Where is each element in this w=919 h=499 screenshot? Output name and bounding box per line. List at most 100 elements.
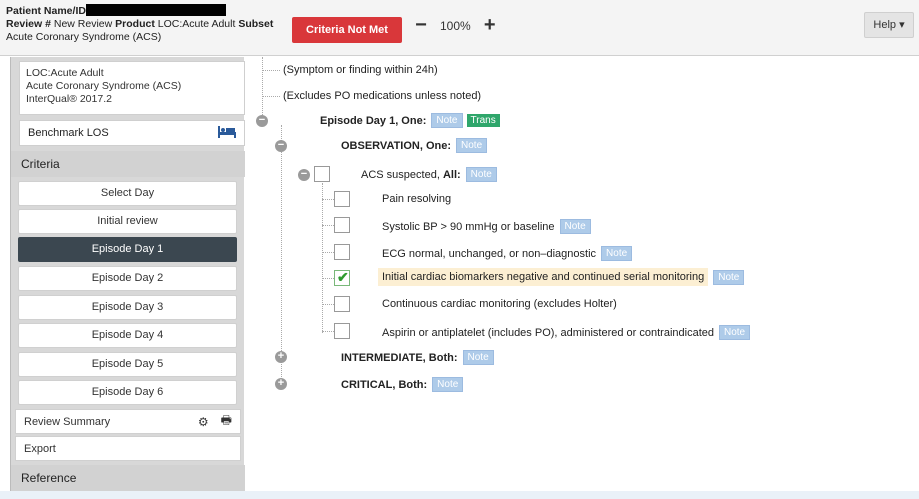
legend-text: (Symptom or finding within 24h) [283,64,438,76]
intermediate-title: INTERMEDIATE, Both: [341,351,458,364]
gear-icon[interactable]: ⚙ [198,415,209,429]
tree-guide [262,57,263,117]
item-text: Initial cardiac biomarkers negative and … [378,268,709,286]
sidebar: LOC:Acute Adult Acute Coronary Syndrome … [10,57,245,499]
item-text: Pain resolving [382,193,452,205]
day-episode-2[interactable]: Episode Day 2 [18,266,237,291]
episode-title: Episode Day 1, One: [320,114,427,127]
trans-button[interactable]: Trans [466,114,500,127]
patient-info: Patient Name/ID Review # New Review Prod… [6,4,276,44]
review-summary-item[interactable]: Review Summary ⚙ 🖶 [15,409,241,434]
item-checkbox[interactable] [334,244,350,260]
tree-guide [322,252,334,253]
zoom-out-button[interactable]: − [410,15,432,37]
acs-prefix: ACS suspected, [361,168,440,181]
item-checkbox[interactable] [334,191,350,207]
observation-node[interactable]: OBSERVATION, One: Note [341,138,488,153]
subset-info-box: LOC:Acute Adult Acute Coronary Syndrome … [19,61,245,115]
intermediate-node[interactable]: INTERMEDIATE, Both: Note [341,350,494,365]
expand-critical-icon[interactable]: + [275,378,287,390]
note-button[interactable]: Note [719,325,751,340]
product-label: Product [115,18,155,30]
top-header: Patient Name/ID Review # New Review Prod… [0,0,919,56]
zoom-in-button[interactable]: + [479,15,501,37]
legend-po: (Excludes PO medications unless noted) [283,90,481,102]
note-button[interactable]: Note [456,138,488,153]
acs-bold: All: [442,168,461,181]
item-checkbox-checked[interactable]: ✔ [334,269,350,286]
criteria-header: Criteria [11,151,245,177]
item-text: Aspirin or antiplatelet (includes PO), a… [382,326,714,339]
collapse-acs-icon[interactable]: − [298,169,310,181]
acs-node: ACS suspected, All: Note [361,167,497,182]
tree-guide [322,278,334,279]
patient-label: Patient Name/ID [6,5,86,17]
review-summary-label: Review Summary [24,415,111,428]
export-label: Export [24,442,56,455]
note-button[interactable]: Note [432,377,464,392]
note-button[interactable]: Note [713,269,745,285]
bed-icon [218,125,236,141]
version-line: InterQual® 2017.2 [26,93,112,105]
loc-line: LOC:Acute Adult [26,67,104,79]
tree-guide [322,199,334,200]
benchmark-label: Benchmark LOS [28,127,109,139]
item-checkbox[interactable] [334,296,350,312]
note-button[interactable]: Note [462,350,494,365]
item-checkbox[interactable] [334,323,350,339]
check-icon: ✔ [337,269,349,285]
tree-guide [262,70,280,71]
criteria-item: ECG normal, unchanged, or non–diagnostic… [382,246,633,261]
day-episode-1[interactable]: Episode Day 1 [18,237,237,262]
observation-title: OBSERVATION, One: [341,139,452,152]
legend-text: (Excludes PO medications unless noted) [283,90,482,102]
criteria-status-button[interactable]: Criteria Not Met [292,17,402,43]
tree-guide [322,304,334,305]
item-checkbox[interactable] [334,217,350,233]
bottom-bar [0,491,919,499]
expand-intermediate-icon[interactable]: + [275,351,287,363]
critical-node[interactable]: CRITICAL, Both: Note [341,377,464,392]
subset-value: Acute Coronary Syndrome (ACS) [6,31,162,43]
item-text: ECG normal, unchanged, or non–diagnostic [382,247,597,260]
note-button[interactable]: Note [465,167,497,182]
acs-checkbox[interactable] [314,166,330,182]
episode-day-node[interactable]: Episode Day 1, One: Note Trans [320,113,500,128]
reference-header: Reference [11,465,245,491]
day-select[interactable]: Select Day [18,181,237,206]
benchmark-los-item[interactable]: Benchmark LOS [19,120,245,146]
day-episode-4[interactable]: Episode Day 4 [18,323,237,348]
tree-guide [322,183,323,333]
day-episode-3[interactable]: Episode Day 3 [18,295,237,320]
review-label: Review # [6,18,51,30]
print-icon[interactable]: 🖶 [221,411,232,432]
criteria-item: Pain resolving [382,193,451,205]
critical-title: CRITICAL, Both: [341,378,428,391]
zoom-control: − 100% + [410,12,501,40]
criteria-item: Aspirin or antiplatelet (includes PO), a… [382,325,751,340]
legend-symptom: (Symptom or finding within 24h) [283,64,438,76]
day-episode-6[interactable]: Episode Day 6 [18,380,237,405]
collapse-observation-icon[interactable]: − [275,140,287,152]
tree-guide [262,96,280,97]
criteria-item: Systolic BP > 90 mmHg or baseline Note [382,219,591,234]
subset-label: Subset [238,18,274,30]
item-text: Continuous cardiac monitoring (excludes … [382,298,617,310]
help-button[interactable]: Help ▾ [864,12,914,38]
day-episode-5[interactable]: Episode Day 5 [18,352,237,377]
redacted-name [85,4,226,16]
criteria-item-highlighted: Initial cardiac biomarkers negative and … [378,268,745,286]
subset-line: Acute Coronary Syndrome (ACS) [26,80,182,92]
criteria-tree: (Symptom or finding within 24h) (Exclude… [246,57,919,499]
criteria-item: Continuous cardiac monitoring (excludes … [382,298,617,310]
product-value: LOC:Acute Adult [157,18,236,30]
tree-guide [322,331,334,332]
note-button[interactable]: Note [431,113,463,128]
zoom-value: 100% [440,19,471,33]
export-item[interactable]: Export [15,436,241,461]
day-initial-review[interactable]: Initial review [18,209,237,234]
collapse-episode-icon[interactable]: − [256,115,268,127]
note-button[interactable]: Note [601,246,633,261]
note-button[interactable]: Note [559,219,591,234]
tree-guide [322,225,334,226]
